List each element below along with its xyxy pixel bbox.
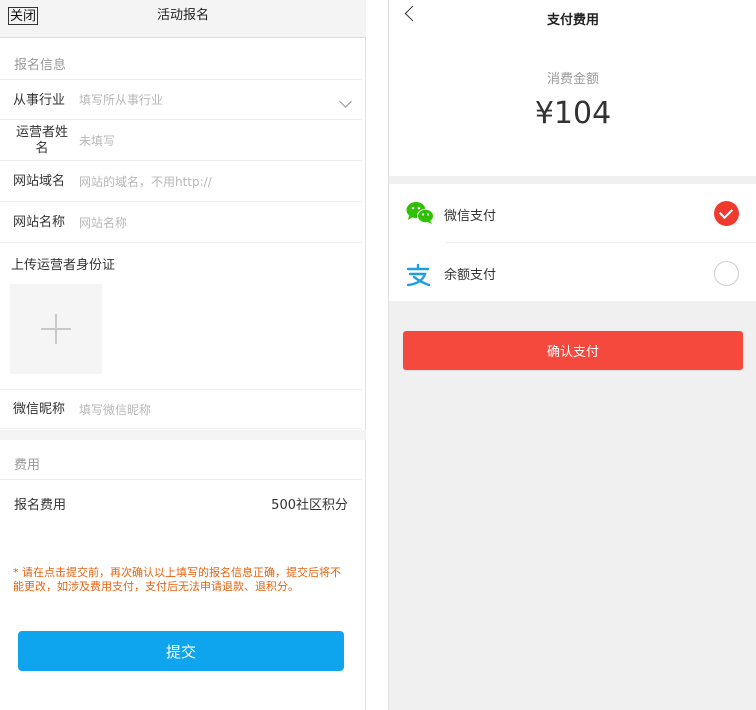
fee-row: 报名费用 500社区积分 — [0, 479, 362, 523]
fee-value: 500社区积分 — [271, 498, 348, 513]
wechat-nickname-input[interactable] — [79, 403, 329, 417]
domain-input[interactable] — [79, 175, 329, 189]
submit-button[interactable]: 提交 — [18, 631, 344, 671]
operator-name-input[interactable] — [79, 134, 329, 148]
domain-row: 网站域名 — [0, 162, 362, 202]
industry-label: 从事行业 — [13, 93, 66, 108]
fee-section-label: 费用 — [14, 458, 41, 473]
fee-label: 报名费用 — [14, 498, 67, 513]
check-unselected-icon[interactable] — [714, 261, 739, 286]
upload-id-label: 上传运营者身份证 — [11, 258, 116, 273]
check-selected-icon[interactable] — [714, 201, 739, 226]
operator-name-row: 运营者姓名 — [0, 121, 362, 161]
wechat-icon — [406, 202, 434, 224]
payment-panel: 支付费用 消费金额 ¥104 微信支付 余额支付 确认支付 — [388, 0, 756, 710]
confirm-pay-button[interactable]: 确认支付 — [403, 331, 743, 370]
plus-icon-vertical — [55, 314, 57, 344]
chevron-down-icon[interactable] — [339, 95, 352, 108]
amount-label: 消费金额 — [546, 72, 599, 87]
site-name-label: 网站名称 — [13, 215, 66, 230]
wechat-pay-label: 微信支付 — [444, 209, 497, 224]
industry-row[interactable]: 从事行业 — [0, 79, 362, 120]
balance-pay-option[interactable]: 余额支付 — [389, 243, 756, 301]
registration-header: 关闭 活动报名 — [0, 0, 366, 38]
page-title: 活动报名 — [156, 8, 209, 23]
info-section-label: 报名信息 — [14, 58, 67, 73]
site-name-row: 网站名称 — [0, 203, 362, 243]
operator-name-label: 运营者姓名 — [15, 125, 68, 156]
section-gap — [0, 430, 366, 440]
amount-value: ¥104 — [534, 96, 612, 131]
payment-header: 支付费用 消费金额 ¥104 — [389, 0, 756, 176]
wechat-nickname-label: 微信昵称 — [13, 402, 66, 417]
domain-label: 网站域名 — [13, 174, 66, 189]
industry-input[interactable] — [79, 93, 329, 107]
balance-pay-label: 余额支付 — [444, 268, 497, 283]
payment-method-list: 微信支付 余额支付 — [389, 184, 756, 301]
app-root: 关闭 活动报名 报名信息 从事行业 运营者姓名 网站域名 网站名称 上传运营者身… — [0, 0, 756, 710]
upload-id-button[interactable] — [10, 284, 102, 374]
wechat-pay-option[interactable]: 微信支付 — [389, 184, 756, 242]
site-name-input[interactable] — [79, 216, 329, 230]
alipay-icon[interactable] — [405, 261, 431, 287]
payment-title: 支付费用 — [546, 13, 599, 28]
registration-panel: 关闭 活动报名 报名信息 从事行业 运营者姓名 网站域名 网站名称 上传运营者身… — [0, 0, 366, 710]
submit-notice: * 请在点击提交前，再次确认以上填写的报名信息正确，提交后将不能更改，如涉及费用… — [13, 566, 341, 593]
wechat-nickname-row: 微信昵称 — [0, 389, 362, 429]
